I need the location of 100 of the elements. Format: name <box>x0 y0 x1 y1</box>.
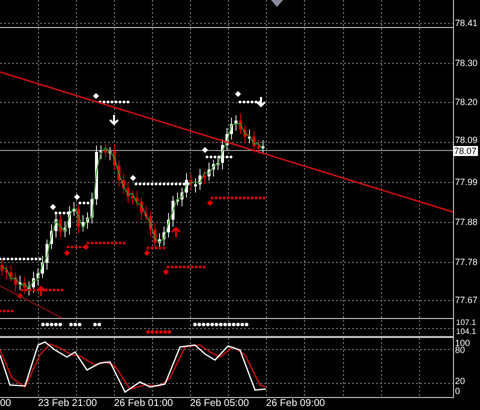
candle <box>144 206 148 222</box>
arrow-up-icon <box>36 286 46 297</box>
arrow-down-icon <box>256 96 266 108</box>
dotted-level-line <box>238 100 262 104</box>
current-price-label: 78.07 <box>453 146 478 156</box>
diamond-marker <box>144 250 150 256</box>
price-label: 77.67 <box>455 296 478 305</box>
candle <box>208 162 210 182</box>
indicator-level-label: 104.1 <box>456 328 476 336</box>
time-label: 00 <box>0 399 12 409</box>
candle <box>0 258 4 276</box>
diamond-marker <box>93 93 99 99</box>
candle <box>68 206 71 236</box>
time-label: 26 Feb 05:00 <box>190 399 249 409</box>
candle <box>122 173 125 194</box>
candle <box>113 144 116 171</box>
candle <box>126 181 130 203</box>
dotted-level-line <box>78 202 94 204</box>
dotted-level-line <box>0 310 14 312</box>
price-label: 77.99 <box>455 178 478 187</box>
dotted-level-line <box>20 288 64 292</box>
candle <box>5 265 8 280</box>
candle <box>212 159 215 177</box>
candle <box>18 275 22 290</box>
candle <box>82 214 84 232</box>
candle <box>36 268 40 286</box>
candle <box>198 168 202 190</box>
diamond-marker <box>207 200 213 206</box>
candle <box>118 160 120 188</box>
candle <box>234 114 238 132</box>
diamond-marker <box>64 250 70 256</box>
candle <box>154 222 156 249</box>
candle <box>50 224 53 250</box>
candle <box>10 264 12 282</box>
dotted-level-line <box>0 258 42 260</box>
diamond-marker <box>74 194 80 200</box>
candle <box>140 196 143 220</box>
candle <box>248 129 251 144</box>
candle <box>190 174 192 192</box>
candle <box>180 187 184 207</box>
candle <box>172 196 174 228</box>
candle <box>244 124 246 144</box>
candle <box>221 138 224 170</box>
candle <box>185 172 188 198</box>
oscillator-level-label: 0 <box>455 387 460 396</box>
candle <box>100 144 102 160</box>
time-label: 26 Feb 01:00 <box>114 399 173 409</box>
diamond-marker <box>202 147 208 153</box>
candle <box>262 140 264 155</box>
candle <box>131 190 134 206</box>
dotted-level-line <box>210 196 266 200</box>
price-label: 77.88 <box>455 218 478 227</box>
price-label: 78.20 <box>455 98 478 107</box>
candle <box>64 220 66 238</box>
candle <box>162 226 166 246</box>
candle <box>104 143 107 158</box>
candle <box>46 239 48 270</box>
price-label: 77.78 <box>455 258 478 267</box>
candle <box>72 202 76 216</box>
dotted-level-line <box>134 182 190 186</box>
diamond-marker <box>130 175 136 181</box>
oscillator-level-label: 80 <box>455 346 466 355</box>
candle <box>176 192 179 206</box>
dotted-level-line <box>98 100 130 104</box>
trend-line <box>0 286 62 318</box>
price-label: 78.41 <box>455 19 478 28</box>
time-label: 26 Feb 09:00 <box>266 399 325 409</box>
candle <box>252 130 256 154</box>
candle <box>226 127 228 152</box>
candle <box>108 146 112 161</box>
candle <box>86 212 89 230</box>
candle <box>149 210 152 238</box>
candle <box>203 170 206 185</box>
candle <box>194 178 197 194</box>
candle <box>136 190 138 208</box>
dotted-level-line <box>146 246 166 250</box>
dotted-level-line <box>206 156 232 158</box>
oscillator-level-label: 20 <box>455 377 466 386</box>
triangle-icon <box>271 0 283 7</box>
dotted-level-line <box>166 266 206 268</box>
arrow-up-icon <box>171 226 181 238</box>
candle <box>95 145 98 206</box>
arrow-down-icon <box>109 114 119 126</box>
diamond-marker <box>50 204 56 210</box>
diamond-marker <box>235 91 241 97</box>
candle <box>167 212 170 238</box>
diamond-marker <box>17 293 23 299</box>
candle <box>230 116 233 140</box>
candle <box>14 272 17 292</box>
diamond-marker <box>83 244 89 250</box>
dotted-level-line <box>54 212 70 214</box>
candle <box>239 113 242 135</box>
candle <box>77 204 80 234</box>
candle <box>41 255 44 278</box>
diamond-marker <box>163 269 169 275</box>
indicator-level-label: 107.1 <box>456 319 476 327</box>
price-label: 78.09 <box>455 136 478 145</box>
candle <box>257 139 260 154</box>
oscillator-level-label: 100 <box>455 339 470 348</box>
time-label: 23 Feb 21:00 <box>38 399 97 409</box>
